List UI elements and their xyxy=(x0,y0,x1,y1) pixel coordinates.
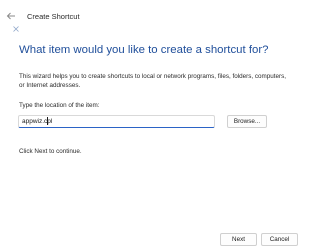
wizard-description: This wizard helps you to create shortcut… xyxy=(19,73,287,89)
title-bar: Create Shortcut xyxy=(0,0,300,36)
window-title: Create Shortcut xyxy=(27,12,80,21)
location-label: Type the location of the item: xyxy=(19,102,100,109)
continue-hint: Click Next to continue. xyxy=(19,148,82,155)
text-caret xyxy=(47,117,48,125)
cancel-button[interactable]: Cancel xyxy=(261,233,298,246)
create-shortcut-window: Create Shortcut What item would you like… xyxy=(0,0,300,247)
browse-button[interactable]: Browse... xyxy=(227,115,267,128)
shortcut-wizard-svg xyxy=(13,26,19,32)
next-button[interactable]: Next xyxy=(220,233,257,246)
page-heading: What item would you like to create a sho… xyxy=(19,44,269,56)
shortcut-wizard-icon xyxy=(13,19,19,32)
